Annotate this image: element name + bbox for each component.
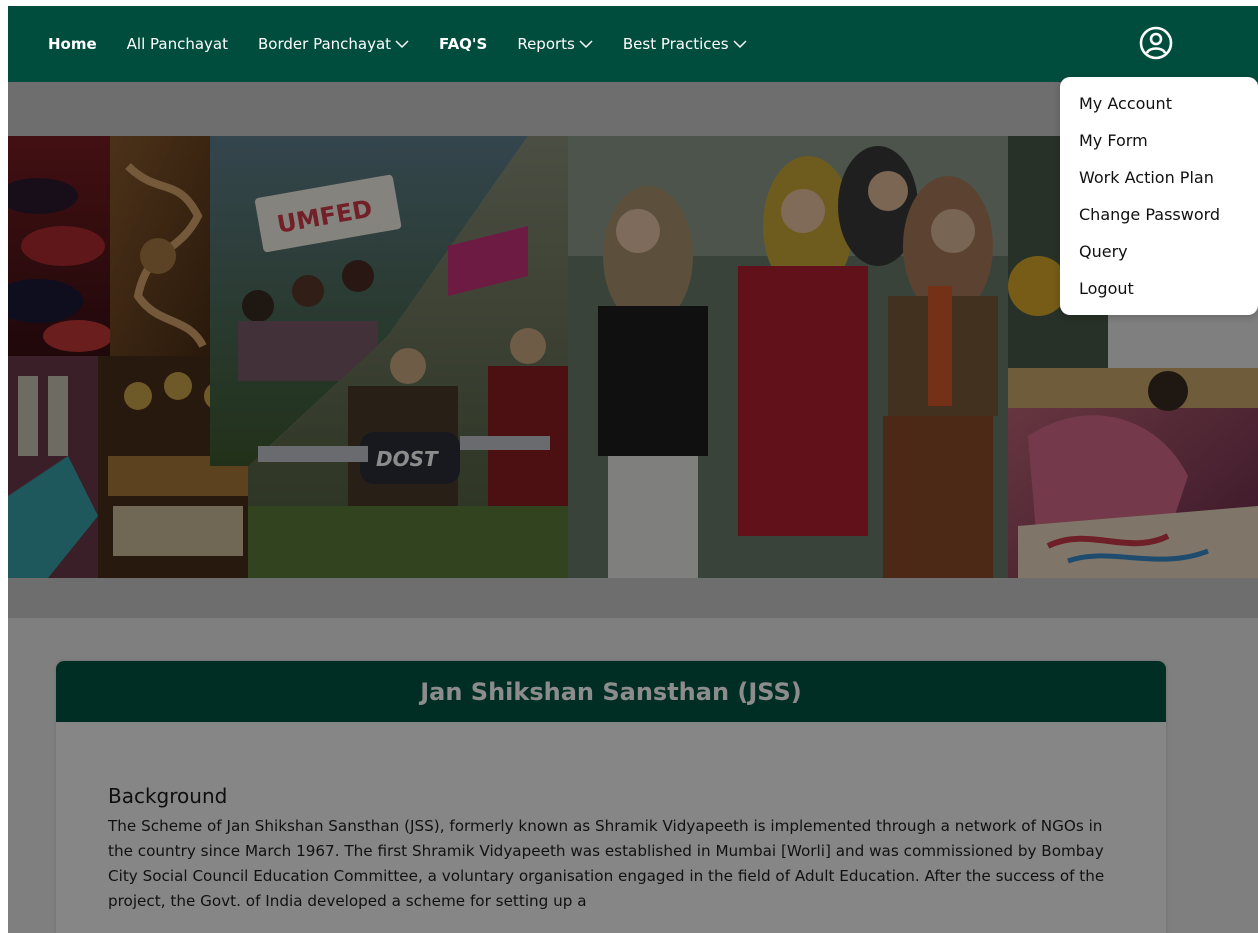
page-frame: Home All Panchayat Border Panchayat FAQ'…: [8, 6, 1258, 933]
chevron-down-icon: [733, 40, 747, 49]
menu-item-my-form[interactable]: My Form: [1060, 122, 1258, 159]
menu-item-work-action-plan[interactable]: Work Action Plan: [1060, 159, 1258, 196]
user-circle-icon[interactable]: [1139, 26, 1173, 60]
top-navbar: Home All Panchayat Border Panchayat FAQ'…: [8, 6, 1258, 82]
menu-item-query[interactable]: Query: [1060, 233, 1258, 270]
menu-item-logout[interactable]: Logout: [1060, 270, 1258, 307]
section-heading: Background: [108, 784, 228, 808]
section-paragraph: The Scheme of Jan Shikshan Sansthan (JSS…: [108, 817, 1105, 910]
jss-card: Jan Shikshan Sansthan (JSS) Background T…: [56, 661, 1166, 933]
content-section: Jan Shikshan Sansthan (JSS) Background T…: [8, 618, 1258, 933]
chevron-down-icon: [579, 40, 593, 49]
menu-item-my-account[interactable]: My Account: [1060, 85, 1258, 122]
nav-item-all-panchayat[interactable]: All Panchayat: [127, 35, 228, 53]
banner-key-text: DOST: [376, 447, 439, 471]
nav-item-reports[interactable]: Reports: [517, 35, 593, 53]
menu-item-change-password[interactable]: Change Password: [1060, 196, 1258, 233]
nav-menu: Home All Panchayat Border Panchayat FAQ'…: [8, 35, 747, 53]
nav-item-best-practices[interactable]: Best Practices: [623, 35, 747, 53]
chevron-down-icon: [395, 40, 409, 49]
nav-item-border-panchayat[interactable]: Border Panchayat: [258, 35, 409, 53]
nav-item-faqs[interactable]: FAQ'S: [439, 35, 487, 53]
nav-item-label: All Panchayat: [126, 35, 229, 53]
nav-item-label: Best Practices: [622, 35, 729, 53]
nav-item-home[interactable]: Home: [48, 35, 97, 53]
card-title: Jan Shikshan Sansthan (JSS): [56, 661, 1166, 722]
nav-item-label: FAQ'S: [439, 35, 488, 53]
nav-item-label: Home: [48, 35, 97, 53]
nav-item-label: Reports: [517, 35, 575, 53]
user-dropdown-menu: My Account My Form Work Action Plan Chan…: [1060, 77, 1258, 315]
nav-item-label: Border Panchayat: [258, 35, 392, 53]
card-body: Background The Scheme of Jan Shikshan Sa…: [56, 722, 1166, 914]
